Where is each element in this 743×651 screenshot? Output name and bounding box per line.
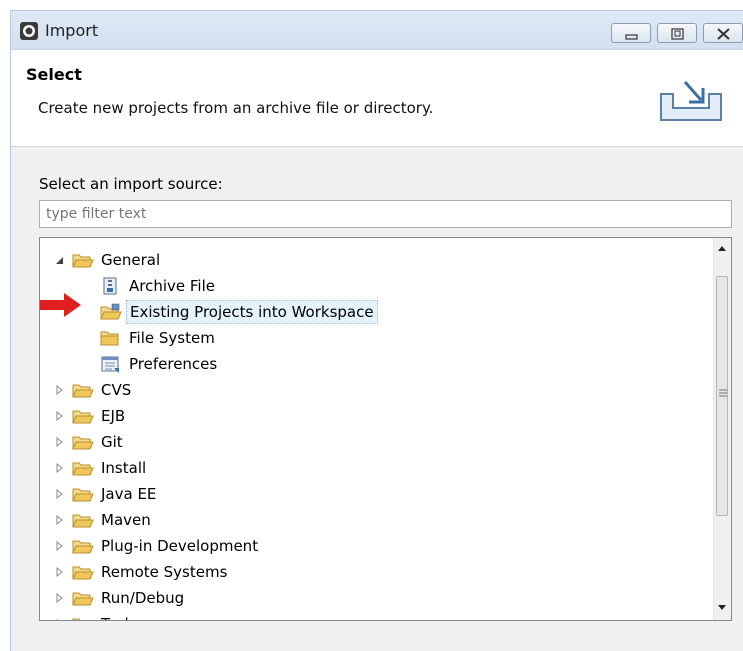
- folder-open-icon: [72, 462, 94, 476]
- tree-item-label: Install: [101, 459, 147, 477]
- grip-icon: [719, 389, 727, 397]
- tree-item-label: Git: [101, 433, 123, 451]
- collapsed-arrow-icon[interactable]: [54, 586, 66, 610]
- tree-item-label: File System: [129, 329, 215, 347]
- tree-item-label: Java EE: [101, 485, 157, 503]
- folder-open-icon: [72, 410, 94, 424]
- expanded-arrow-icon[interactable]: [54, 248, 66, 272]
- tree-item-label: General: [101, 251, 161, 269]
- close-button[interactable]: [703, 23, 743, 43]
- minimize-button[interactable]: [611, 23, 651, 43]
- tree-item-label: Run/Debug: [101, 589, 185, 607]
- scroll-down-icon[interactable]: [717, 604, 727, 612]
- import-source-label: Select an import source:: [39, 175, 223, 193]
- page-title: Select: [26, 65, 82, 84]
- tree-item-label: CVS: [101, 381, 132, 399]
- title-bar[interactable]: Import: [11, 11, 743, 50]
- collapsed-arrow-icon[interactable]: [54, 560, 66, 584]
- vertical-scrollbar[interactable]: [713, 238, 731, 620]
- maximize-icon: [671, 28, 684, 40]
- filter-input[interactable]: [39, 200, 732, 228]
- eclipse-icon: [20, 22, 38, 40]
- folder-icon: [100, 331, 119, 346]
- folder-open-icon: [72, 436, 94, 450]
- wizard-header: Select Create new projects from an archi…: [11, 50, 743, 147]
- collapsed-arrow-icon[interactable]: [54, 430, 66, 454]
- tree-item-label: Plug-in Development: [101, 537, 259, 555]
- scrollbar-thumb[interactable]: [716, 276, 728, 516]
- import-source-tree[interactable]: Tasks Run/Debug Remote Systems Plug-in Deve…: [39, 237, 732, 621]
- minimize-icon: [625, 34, 638, 40]
- folder-open-icon: [72, 592, 94, 606]
- tree-item-label: Preferences: [129, 355, 218, 373]
- page-description: Create new projects from an archive file…: [38, 99, 434, 117]
- folder-open-icon: [72, 488, 94, 502]
- window-title: Import: [45, 21, 99, 40]
- preferences-icon: [101, 356, 119, 373]
- red-arrow-icon: [40, 293, 81, 317]
- import-dialog: Import Select Create new projects from a…: [10, 10, 743, 651]
- tree-item-label: Remote Systems: [101, 563, 228, 581]
- folder-open-icon: [72, 254, 94, 268]
- tree-item-label: Archive File: [129, 277, 215, 295]
- collapsed-arrow-icon[interactable]: [54, 378, 66, 402]
- folder-open-icon: [72, 514, 94, 528]
- collapsed-arrow-icon[interactable]: [54, 508, 66, 532]
- existing-projects-icon: [100, 303, 122, 320]
- collapsed-arrow-icon[interactable]: [54, 612, 66, 621]
- tree-item-label: EJB: [101, 407, 126, 425]
- scroll-up-icon[interactable]: [717, 244, 727, 252]
- collapsed-arrow-icon[interactable]: [54, 404, 66, 428]
- archive-file-icon: [103, 277, 117, 295]
- collapsed-arrow-icon[interactable]: [54, 534, 66, 558]
- import-wizard-icon: [660, 81, 722, 121]
- folder-open-icon: [72, 566, 94, 580]
- collapsed-arrow-icon[interactable]: [54, 456, 66, 480]
- folder-open-icon: [72, 618, 81, 620]
- tree-item-label: Tasks: [98, 612, 144, 620]
- collapsed-arrow-icon[interactable]: [54, 482, 66, 506]
- folder-open-icon: [72, 384, 94, 398]
- tree-item-label: Maven: [101, 511, 151, 529]
- close-icon: [717, 28, 730, 40]
- tree-item-label: Existing Projects into Workspace: [126, 300, 378, 324]
- maximize-button[interactable]: [657, 23, 697, 43]
- folder-open-icon: [72, 540, 94, 554]
